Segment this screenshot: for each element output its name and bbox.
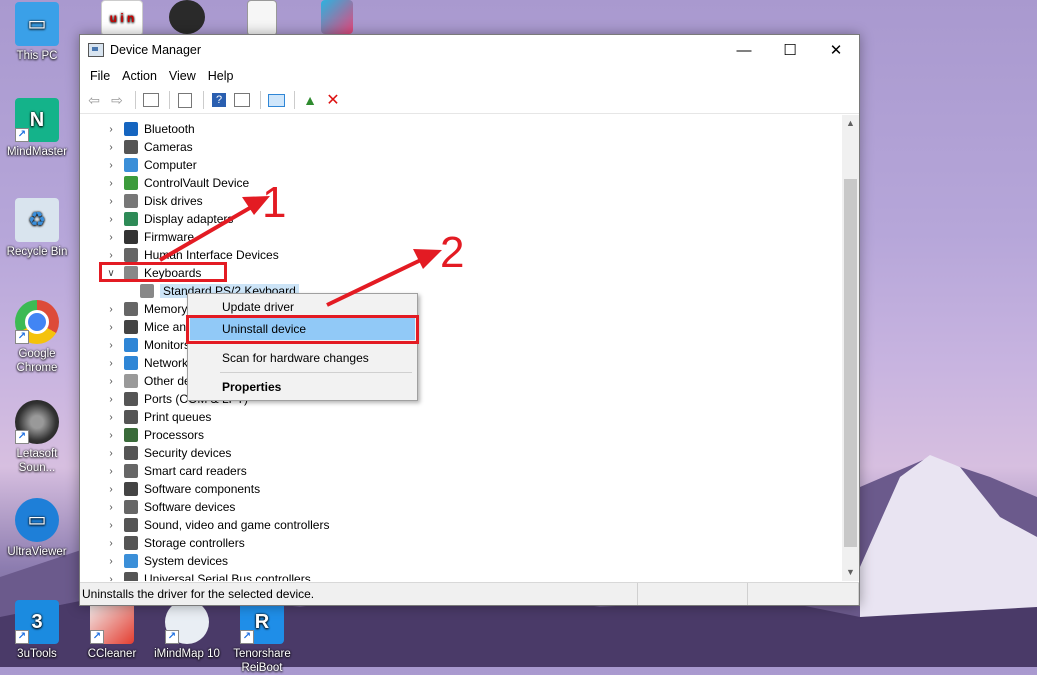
- annotation-step-1: 1: [262, 178, 286, 227]
- annotation-arrows: 1 2: [158, 178, 464, 307]
- annotation-arrow-1: [158, 196, 270, 262]
- annotation-step-2: 2: [440, 228, 464, 277]
- annotation-arrow-2: [326, 249, 442, 307]
